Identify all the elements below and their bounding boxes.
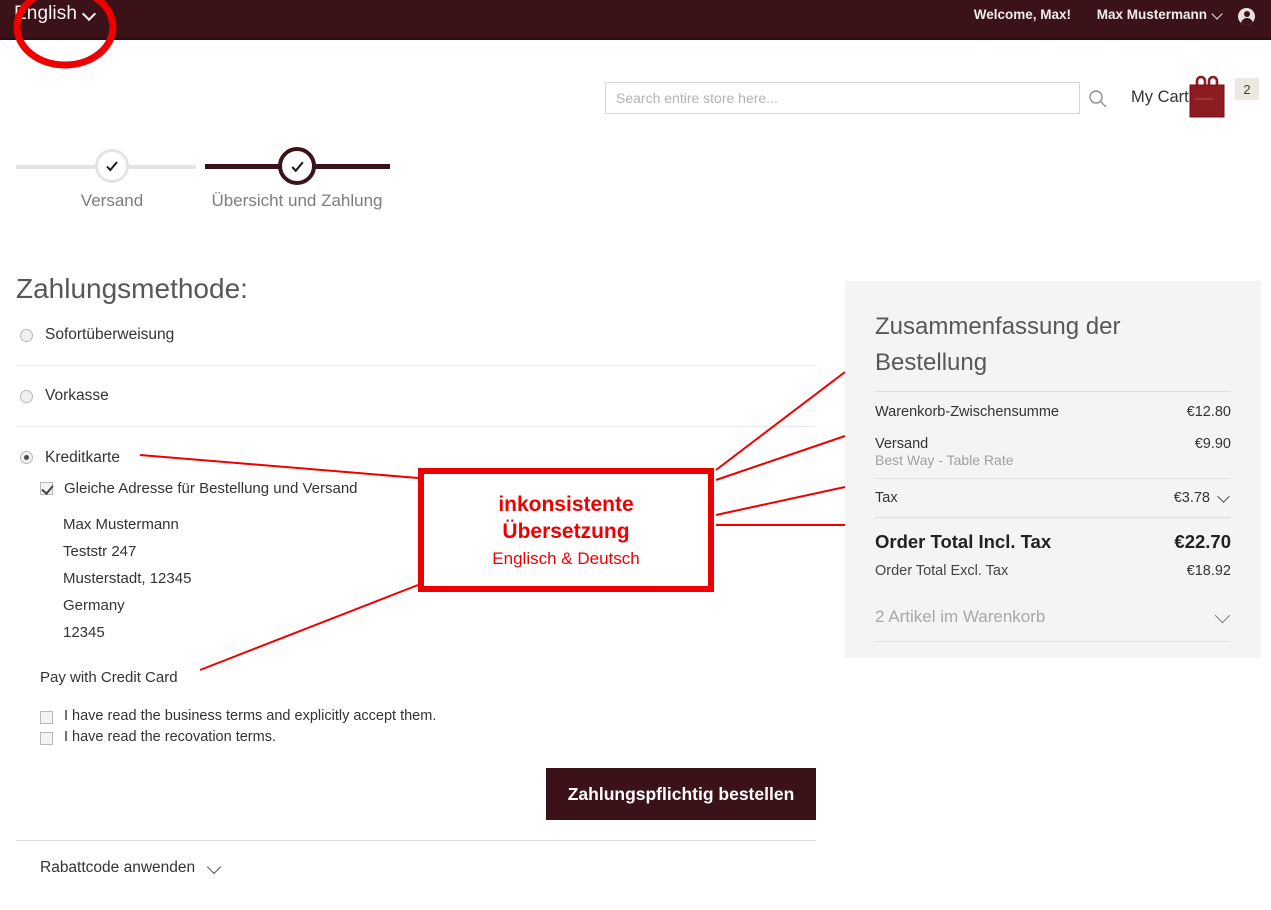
chevron-down-icon (1213, 10, 1223, 20)
language-label: English (14, 3, 78, 24)
checkbox-same-address[interactable] (40, 482, 53, 495)
account-name-label: Max Mustermann (1096, 7, 1207, 22)
progress-step-shipping[interactable] (95, 149, 129, 183)
summary-row-total-excl-tax: Order Total Excl. Tax €18.92 (875, 557, 1231, 593)
summary-row-value: €12.80 (1186, 404, 1231, 420)
summary-shipping-method: Best Way - Table Rate (875, 452, 1014, 468)
summary-row-value: €9.90 (1194, 436, 1231, 452)
summary-row-label: Warenkorb-Zwischensumme (875, 404, 1059, 420)
progress-step-label-shipping: Versand (80, 191, 144, 210)
summary-row-label: Versand (875, 436, 929, 452)
annotation-line-1: inkonsistente (498, 493, 634, 516)
summary-row-label: Order Total Incl. Tax (875, 531, 1052, 552)
chevron-down-icon (84, 9, 95, 20)
checkbox-revocation-terms[interactable] (40, 732, 53, 745)
summary-row-label: Tax (875, 490, 898, 506)
place-order-button[interactable]: Zahlungspflichtig bestellen (546, 768, 816, 820)
check-icon (106, 161, 118, 172)
payment-method-list: Sofortüberweisung Vorkasse Kreditkarte (16, 305, 816, 488)
address-line: 12345 (63, 624, 105, 641)
leader-line (715, 486, 846, 516)
search-icon[interactable] (1088, 89, 1108, 109)
checkbox-business-terms[interactable] (40, 711, 53, 724)
divider (16, 840, 816, 841)
apply-discount-label: Rabattcode anwenden (40, 859, 196, 876)
check-icon (290, 161, 304, 172)
term-label: I have read the recovation terms. (64, 729, 276, 745)
summary-row-value: €3.78 (1173, 490, 1210, 506)
summary-row-subtotal: Warenkorb-Zwischensumme €12.80 (875, 392, 1231, 424)
summary-tax-value-toggle[interactable]: €3.78 (1174, 490, 1231, 506)
terms-checkboxes: I have read the business terms and expli… (40, 708, 436, 750)
cart-items-toggle[interactable]: 2 Artikel im Warenkorb (875, 593, 1231, 641)
checkout-page: English Welcome, Max! Max Mustermann My … (0, 0, 1271, 910)
radio-vorkasse[interactable] (20, 389, 33, 403)
top-header-bar: English Welcome, Max! Max Mustermann (0, 0, 1271, 40)
summary-row-value: €18.92 (1186, 563, 1231, 579)
summary-row-shipping: Versand €9.90 (875, 424, 1231, 452)
cart-item-count-badge: 2 (1235, 78, 1259, 100)
account-menu[interactable]: Max Mustermann (1097, 7, 1223, 22)
annotation-callout: inkonsistente Übersetzung Englisch & Deu… (418, 468, 714, 592)
term-row-business[interactable]: I have read the business terms and expli… (40, 708, 436, 729)
payment-method-label: Kreditkarte (45, 448, 120, 466)
order-summary-panel: Zusammenfassung der Bestellung Warenkorb… (845, 281, 1261, 658)
radio-kreditkarte[interactable] (20, 451, 33, 464)
payment-method-vorkasse[interactable]: Vorkasse (16, 366, 816, 427)
same-address-label: Gleiche Adresse für Bestellung und Versa… (64, 480, 358, 497)
order-summary-title: Zusammenfassung der Bestellung (875, 313, 1121, 376)
payment-method-label: Vorkasse (45, 387, 109, 404)
chevron-down-icon (1217, 610, 1231, 624)
progress-step-review-payment[interactable] (278, 147, 316, 185)
language-switcher[interactable]: English (14, 3, 95, 25)
checkout-progress: Versand Übersicht und Zahlung (0, 143, 430, 218)
annotation-line-3: Englisch & Deutsch (492, 549, 640, 568)
summary-row-label: Order Total Excl. Tax (875, 563, 1009, 579)
summary-row-value: €22.70 (1174, 531, 1231, 552)
summary-row-tax[interactable]: Tax €3.78 (875, 479, 1231, 517)
radio-sofortueberweisung[interactable] (20, 328, 33, 342)
user-avatar-icon[interactable] (1238, 8, 1255, 25)
search-input[interactable] (605, 82, 1080, 114)
page-title: Zahlungsmethode: (16, 272, 248, 304)
welcome-message: Welcome, Max! (973, 7, 1071, 22)
pay-with-credit-card-label: Pay with Credit Card (40, 669, 178, 686)
term-label: I have read the business terms and expli… (64, 708, 437, 724)
annotation-line-2: Übersetzung (502, 520, 630, 543)
chevron-down-icon (1219, 492, 1231, 504)
apply-discount-toggle[interactable]: Rabattcode anwenden (40, 859, 222, 877)
divider (875, 641, 1231, 642)
term-row-revocation[interactable]: I have read the recovation terms. (40, 729, 436, 750)
progress-step-label-review-payment: Übersicht und Zahlung (211, 191, 383, 210)
cart-items-label: 2 Artikel im Warenkorb (875, 607, 1046, 626)
payment-method-sofortueberweisung[interactable]: Sofortüberweisung (16, 305, 816, 366)
chevron-down-icon (209, 862, 222, 875)
summary-row-total-incl-tax: Order Total Incl. Tax €22.70 (875, 518, 1231, 557)
cart-link[interactable]: My Cart (1131, 88, 1189, 107)
payment-method-label: Sofortüberweisung (45, 326, 175, 343)
address-line: Germany (63, 597, 125, 614)
shopping-bag-icon[interactable] (1185, 73, 1229, 121)
